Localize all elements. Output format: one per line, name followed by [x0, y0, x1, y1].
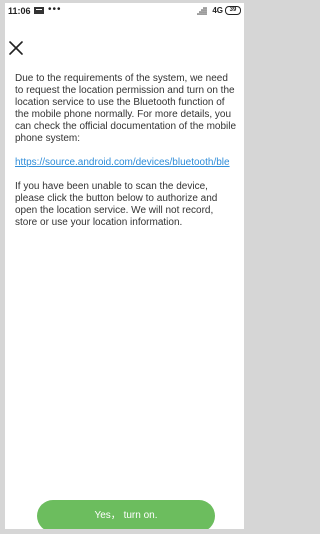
permission-screen: 11:06 ••• 4G 39 Due to the requirements … [5, 3, 244, 529]
documentation-link[interactable]: https://source.android.com/devices/bluet… [15, 157, 238, 169]
signal-icon [197, 6, 210, 15]
status-bar: 11:06 ••• 4G 39 [5, 3, 244, 19]
close-button[interactable] [7, 39, 25, 57]
battery-icon: 39 [225, 6, 241, 15]
more-notifications-icon: ••• [48, 4, 62, 15]
explanation-paragraph: Due to the requirements of the system, w… [15, 73, 237, 144]
notification-icon [34, 6, 44, 15]
battery-level: 39 [229, 7, 237, 13]
status-right-group: 4G 39 [197, 6, 241, 15]
scan-help-paragraph: If you have been unable to scan the devi… [15, 181, 218, 228]
status-time: 11:06 [8, 6, 31, 16]
close-icon [9, 41, 23, 55]
permission-explanation: Due to the requirements of the system, w… [15, 73, 238, 241]
turn-on-button[interactable]: Yes， turn on. [37, 500, 215, 529]
network-type: 4G [212, 6, 223, 15]
